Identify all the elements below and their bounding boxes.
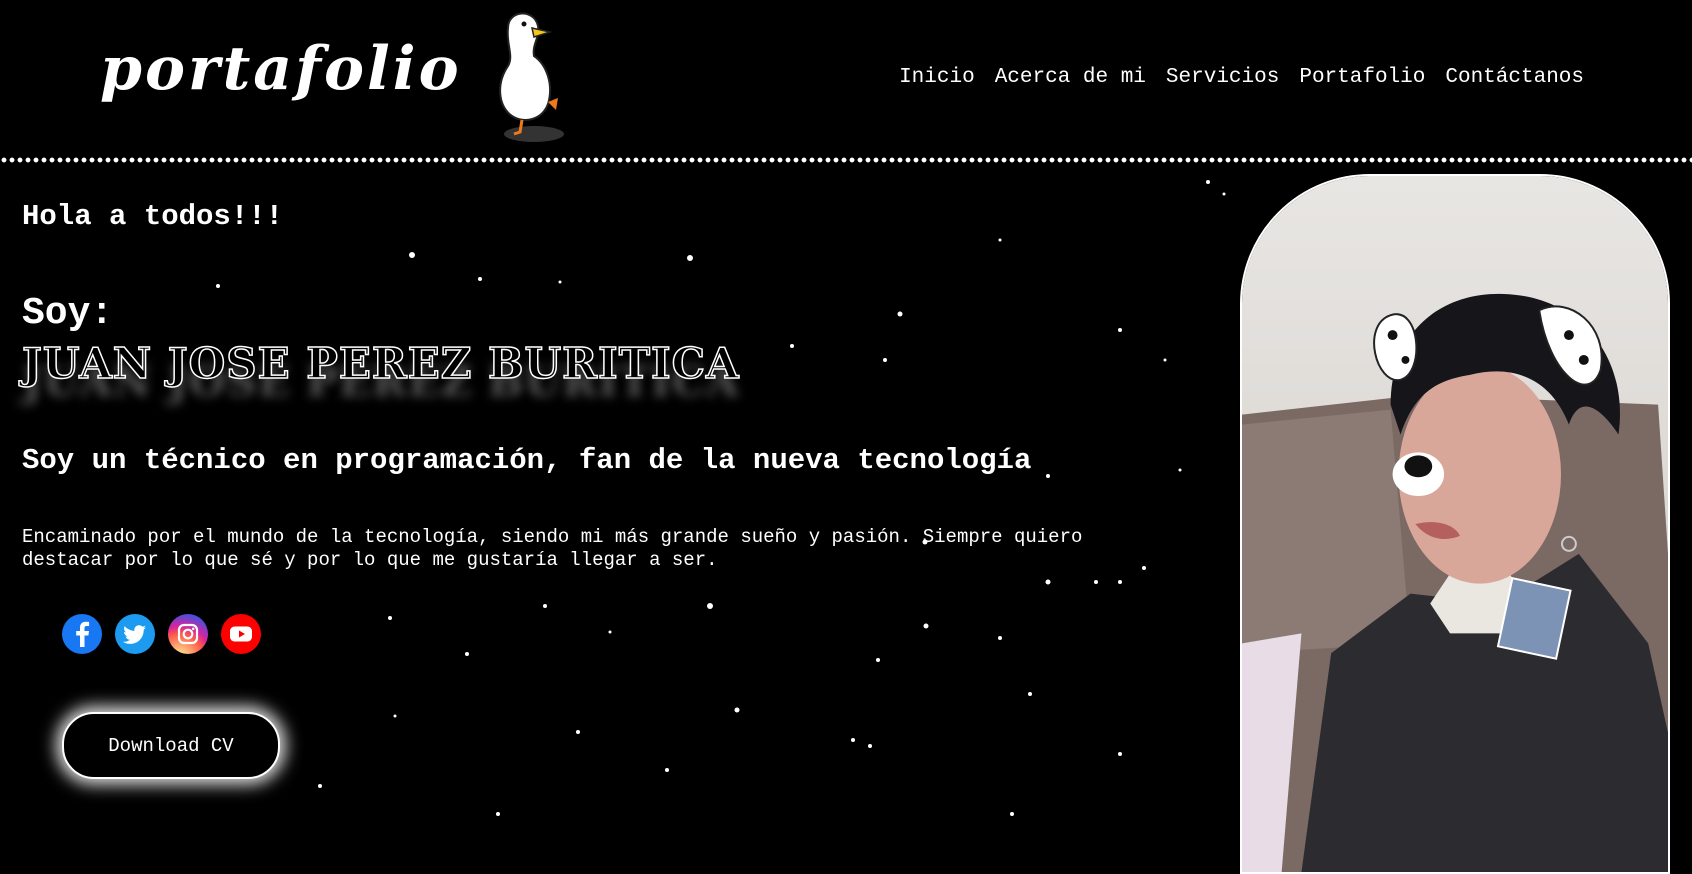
- instagram-icon[interactable]: [168, 614, 208, 654]
- dotted-divider: [0, 156, 1692, 164]
- greeting-heading: Hola a todos!!!: [22, 200, 284, 233]
- intro-heading: Soy:: [22, 292, 114, 335]
- nav-item-servicios[interactable]: Servicios: [1166, 66, 1279, 89]
- nav-item-inicio[interactable]: Inicio: [899, 66, 975, 89]
- twitter-icon[interactable]: [115, 614, 155, 654]
- main-nav: Inicio Acerca de mi Servicios Portafolio…: [899, 66, 1584, 89]
- nav-item-acerca[interactable]: Acerca de mi: [995, 66, 1146, 89]
- name-heading: JUAN JOSE PEREZ BURITICA: [21, 338, 740, 389]
- description-paragraph: Encaminado por el mundo de la tecnología…: [22, 526, 1083, 571]
- youtube-icon[interactable]: [221, 614, 261, 654]
- social-links: [62, 614, 261, 654]
- brand-logo-text: portafolio: [100, 34, 462, 104]
- duck-icon: [484, 4, 568, 144]
- download-cv-button[interactable]: Download CV: [62, 712, 280, 779]
- nav-item-portafolio[interactable]: Portafolio: [1299, 66, 1425, 89]
- profile-photo: [1240, 174, 1670, 874]
- subtitle-heading: Soy un técnico en programación, fan de l…: [22, 444, 1032, 477]
- nav-item-contactanos[interactable]: Contáctanos: [1445, 66, 1584, 89]
- facebook-icon[interactable]: [62, 614, 102, 654]
